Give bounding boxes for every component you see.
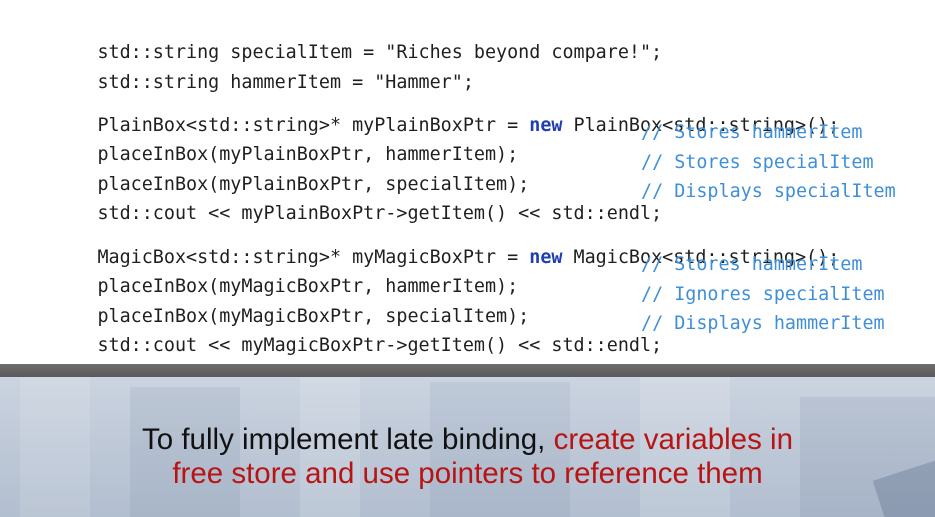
caption-plain-text: To fully implement late binding, [142,423,554,456]
caption-background: To fully implement late binding, create … [0,377,935,517]
slide: std::string specialItem = "Riches beyond… [0,0,935,517]
keyword-new: new [529,115,563,136]
code-listing: std::string specialItem = "Riches beyond… [0,0,935,364]
code-comment: // Ignores specialItem [641,284,885,305]
code-comment: // Stores hammerItem [641,254,863,275]
code-text: std::cout << myPlainBoxPtr->getItem() <<… [97,203,663,224]
slide-caption: To fully implement late binding, create … [0,423,935,491]
code-text: std::string hammerItem = "Hammer"; [97,72,474,93]
code-comment: // Displays hammerItem [641,313,885,334]
code-text: std::cout << myMagicBoxPtr->getItem() <<… [97,335,663,356]
code-comment: // Stores hammerItem [641,122,863,143]
code-comment: // Stores specialItem [641,152,874,173]
code-comment: // Displays specialItem [641,181,896,202]
separator-bar [0,364,935,377]
caption-highlight-line2: free store and use pointers to reference… [172,457,763,490]
caption-highlight-line1: create variables in [553,423,793,456]
keyword-new: new [529,247,563,268]
